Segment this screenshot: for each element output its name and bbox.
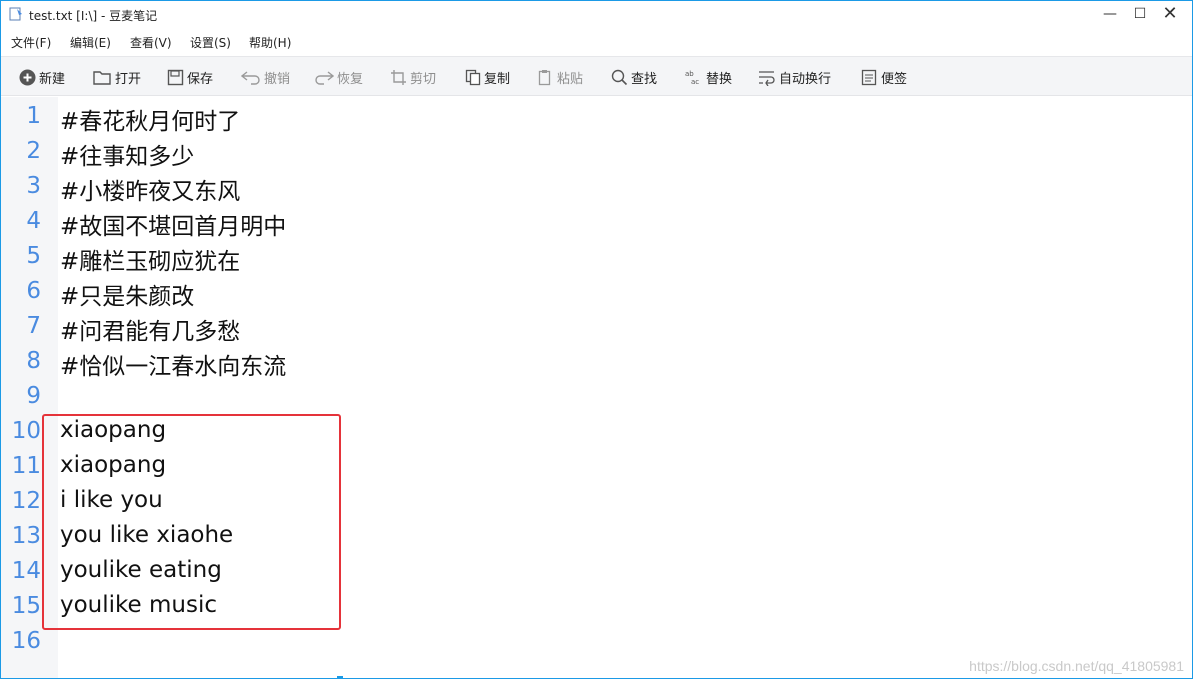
line-number: 14 bbox=[11, 558, 41, 584]
text-line[interactable]: #只是朱颜改 bbox=[60, 277, 194, 311]
toolbar: 新建 打开 保存 撤销 恢复 剪切 复制 粘贴 查找 ab ac 替换 自动换行… bbox=[1, 56, 1192, 96]
find-label: 查找 bbox=[631, 71, 658, 87]
app-window: test.txt [I:\] - 豆麦笔记 — ☐ ✕ 文件(F) 编辑(E) … bbox=[0, 0, 1193, 679]
text-line[interactable]: #故国不堪回首月明中 bbox=[60, 207, 286, 241]
note-button[interactable]: 便签 bbox=[861, 57, 907, 97]
menu-edit[interactable]: 编辑(E) bbox=[70, 34, 111, 51]
replace-button[interactable]: ab ac 替换 bbox=[685, 57, 732, 97]
menu-view[interactable]: 查看(V) bbox=[130, 34, 172, 51]
title-bar[interactable]: test.txt [I:\] - 豆麦笔记 — ☐ ✕ bbox=[1, 1, 1192, 29]
line-number: 13 bbox=[11, 523, 41, 549]
new-button[interactable]: 新建 bbox=[19, 57, 65, 97]
replace-label: 替换 bbox=[706, 71, 733, 87]
notepad-app-icon bbox=[9, 7, 22, 21]
line-number: 2 bbox=[26, 138, 41, 164]
plus-circle-icon bbox=[19, 69, 36, 85]
note-label: 便签 bbox=[881, 71, 908, 87]
menu-settings[interactable]: 设置(S) bbox=[190, 34, 231, 51]
open-button[interactable]: 打开 bbox=[93, 57, 141, 97]
text-line[interactable]: #小楼昨夜又东风 bbox=[60, 172, 240, 206]
line-number: 1 bbox=[26, 103, 41, 129]
undo-icon bbox=[241, 70, 260, 85]
cut-button[interactable]: 剪切 bbox=[390, 57, 436, 97]
text-line[interactable]: #雕栏玉砌应犹在 bbox=[60, 242, 240, 276]
undo-button[interactable]: 撤销 bbox=[241, 57, 290, 97]
text-line[interactable]: #往事知多少 bbox=[60, 137, 194, 171]
copy-icon bbox=[465, 69, 481, 85]
minimize-button[interactable]: — bbox=[1096, 4, 1124, 24]
redo-label: 恢复 bbox=[337, 71, 364, 87]
line-number: 15 bbox=[11, 593, 41, 619]
note-icon bbox=[861, 69, 877, 85]
svg-text:ac: ac bbox=[691, 78, 699, 86]
word-wrap-button[interactable]: 自动换行 bbox=[758, 57, 831, 97]
cut-icon bbox=[391, 69, 406, 85]
paste-icon bbox=[538, 69, 551, 85]
wrap-icon bbox=[759, 70, 775, 86]
copy-button[interactable]: 复制 bbox=[465, 57, 510, 97]
find-button[interactable]: 查找 bbox=[611, 57, 657, 97]
line-number: 16 bbox=[11, 628, 41, 654]
line-number: 10 bbox=[11, 418, 41, 444]
line-number: 5 bbox=[26, 243, 41, 269]
undo-label: 撤销 bbox=[264, 71, 291, 87]
search-icon bbox=[611, 69, 628, 85]
menu-help[interactable]: 帮助(H) bbox=[249, 34, 291, 51]
save-button[interactable]: 保存 bbox=[167, 57, 213, 97]
line-number: 4 bbox=[26, 208, 41, 234]
line-number: 9 bbox=[26, 383, 41, 409]
redo-icon bbox=[315, 70, 334, 85]
replace-icon: ab ac bbox=[685, 70, 699, 86]
cut-label: 剪切 bbox=[410, 71, 437, 87]
maximize-button[interactable]: ☐ bbox=[1126, 4, 1154, 24]
word-wrap-label: 自动换行 bbox=[779, 71, 832, 87]
copy-label: 复制 bbox=[484, 71, 511, 87]
watermark: https://blog.csdn.net/qq_41805981 bbox=[969, 658, 1184, 674]
text-line[interactable]: #问君能有几多愁 bbox=[60, 312, 240, 346]
line-number: 6 bbox=[26, 278, 41, 304]
window-title: test.txt [I:\] - 豆麦笔记 bbox=[29, 9, 158, 23]
new-label: 新建 bbox=[39, 71, 66, 87]
text-editor[interactable]: 1 #春花秋月何时了 2 #往事知多少 3 #小楼昨夜又东风 4 #故国不堪回首… bbox=[1, 97, 1192, 678]
save-label: 保存 bbox=[187, 71, 214, 87]
text-line[interactable]: #春花秋月何时了 bbox=[60, 102, 240, 136]
open-folder-icon bbox=[93, 70, 111, 85]
svg-text:ab: ab bbox=[685, 70, 694, 78]
menu-file[interactable]: 文件(F) bbox=[11, 34, 51, 51]
paste-label: 粘贴 bbox=[557, 71, 584, 87]
line-number: 3 bbox=[26, 173, 41, 199]
save-icon bbox=[167, 69, 184, 85]
line-number: 8 bbox=[26, 348, 41, 374]
open-label: 打开 bbox=[115, 71, 142, 87]
resize-mark bbox=[337, 676, 343, 678]
menu-bar: 文件(F) 编辑(E) 查看(V) 设置(S) 帮助(H) bbox=[1, 30, 1192, 54]
line-number: 12 bbox=[11, 488, 41, 514]
redo-button[interactable]: 恢复 bbox=[314, 57, 363, 97]
paste-button[interactable]: 粘贴 bbox=[538, 57, 583, 97]
close-button[interactable]: ✕ bbox=[1156, 4, 1184, 24]
line-number: 11 bbox=[11, 453, 41, 479]
text-line[interactable]: #恰似一江春水向东流 bbox=[60, 347, 286, 381]
line-number: 7 bbox=[26, 313, 41, 339]
annotation-highlight-box bbox=[42, 414, 341, 630]
